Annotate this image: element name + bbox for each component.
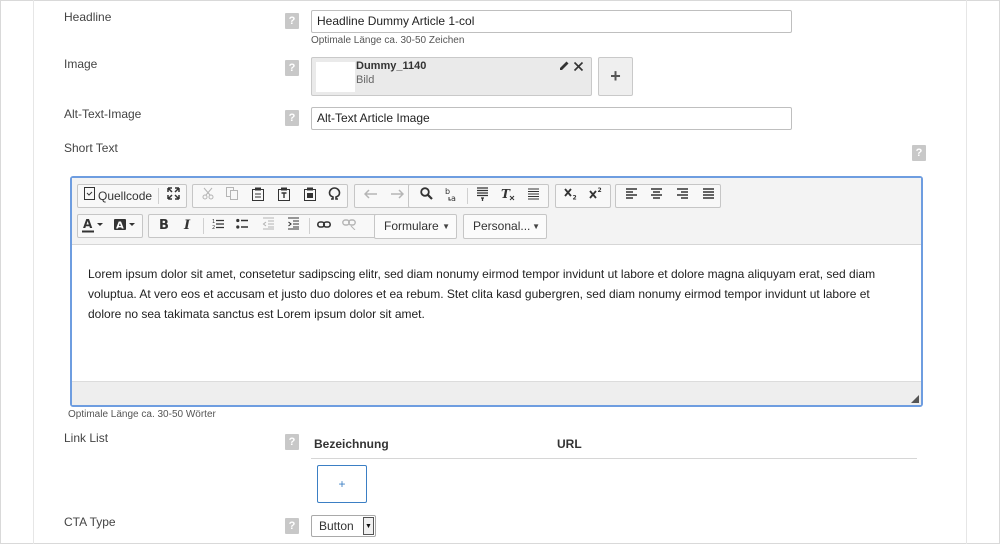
undo-icon[interactable] [361, 187, 381, 205]
headline-input[interactable]: Headline Dummy Article 1-col [311, 10, 792, 33]
toolbar-group-align [615, 184, 721, 208]
svg-text:A: A [83, 217, 93, 231]
copy-icon[interactable] [223, 187, 241, 205]
add-image-button[interactable]: + [598, 57, 633, 96]
remove-format-icon[interactable]: T [499, 187, 517, 205]
replace-icon[interactable]: ba [443, 187, 461, 205]
svg-text:2: 2 [573, 195, 577, 201]
align-justify-icon[interactable] [699, 187, 717, 205]
personal-dropdown-label: Personal... [473, 219, 531, 233]
resize-handle-icon[interactable] [911, 395, 919, 403]
link-list-label: Link List [64, 431, 109, 445]
editor-content[interactable]: Lorem ipsum dolor sit amet, consetetur s… [88, 264, 903, 324]
source-button[interactable]: Quellcode [98, 187, 153, 205]
toolbar-group-document: Quellcode [77, 184, 187, 208]
horizontal-rule-icon[interactable] [524, 187, 542, 205]
help-icon[interactable]: ? [285, 60, 299, 76]
paste-icon[interactable] [249, 187, 267, 205]
help-icon[interactable]: ? [285, 434, 299, 450]
personal-dropdown[interactable]: Personal... ▼ [463, 214, 547, 239]
link-icon[interactable] [314, 217, 334, 235]
left-gutter-line [33, 0, 34, 544]
toolbar-separator [203, 218, 204, 234]
editor-statusbar [72, 381, 921, 405]
omega-icon[interactable] [325, 187, 343, 205]
outdent-icon[interactable] [259, 217, 277, 235]
close-icon[interactable] [573, 59, 584, 75]
image-reference[interactable]: Dummy_1140 Bild [311, 57, 592, 96]
background-color-icon[interactable]: A [114, 217, 140, 235]
short-text-hint: Optimale Länge ca. 30-50 Wörter [68, 409, 216, 420]
svg-text:T: T [501, 187, 511, 201]
select-all-icon[interactable] [473, 187, 491, 205]
editor-toolbar: Quellcode b a T 2 2 A A B I 1 2 Formular… [72, 178, 921, 245]
toolbar-group-editing: ba T [408, 184, 549, 208]
text-color-icon[interactable]: A [82, 217, 108, 235]
svg-text:I: I [183, 218, 191, 230]
image-label: Image [64, 57, 98, 71]
rich-text-editor[interactable]: Quellcode b a T 2 2 A A B I 1 2 Formular… [70, 176, 923, 407]
cut-icon[interactable] [199, 187, 217, 205]
svg-text:a: a [451, 194, 456, 202]
paste-text-icon[interactable] [275, 187, 293, 205]
toolbar-separator [309, 218, 310, 234]
cta-type-select[interactable]: Button ▼ [311, 515, 376, 537]
short-text-label: Short Text [64, 141, 118, 155]
help-icon[interactable]: ? [912, 145, 926, 161]
superscript-icon[interactable]: 2 [586, 187, 606, 205]
column-header-bezeichnung: Bezeichnung [314, 437, 389, 451]
toolbar-separator [467, 188, 468, 204]
indent-icon[interactable] [284, 217, 302, 235]
paste-word-icon[interactable] [301, 187, 319, 205]
add-link-button[interactable]: + [317, 465, 367, 503]
svg-text:b: b [445, 187, 450, 196]
align-right-icon[interactable] [673, 187, 691, 205]
bullet-list-icon[interactable] [233, 217, 251, 235]
chevron-down-icon: ▼ [532, 222, 540, 231]
right-gutter-line [966, 0, 967, 544]
cta-type-label: CTA Type [64, 515, 116, 529]
image-name: Dummy_1140 [356, 60, 427, 72]
italic-icon[interactable]: I [179, 217, 197, 235]
alt-text-label: Alt-Text-Image [64, 107, 142, 121]
divider [311, 458, 917, 459]
help-icon[interactable]: ? [285, 13, 299, 29]
align-left-icon[interactable] [622, 187, 640, 205]
bold-icon[interactable]: B [155, 217, 173, 235]
svg-text:A: A [116, 221, 124, 232]
toolbar-group-colors: A A [77, 214, 143, 238]
formulare-dropdown-label: Formulare [384, 219, 439, 233]
headline-hint: Optimale Länge ca. 30-50 Zeichen [311, 35, 465, 46]
toolbar-group-clipboard [192, 184, 348, 208]
help-icon[interactable]: ? [285, 518, 299, 534]
chevron-down-icon: ▼ [363, 517, 374, 535]
svg-text:2: 2 [598, 187, 602, 194]
image-thumbnail [316, 62, 355, 92]
subscript-icon[interactable]: 2 [561, 187, 581, 205]
chevron-down-icon: ▼ [442, 222, 450, 231]
help-icon[interactable]: ? [285, 110, 299, 126]
source-doc-icon [82, 187, 96, 205]
cta-type-value: Button [319, 519, 354, 533]
toolbar-group-script: 2 2 [555, 184, 611, 208]
column-header-url: URL [557, 437, 582, 451]
formulare-dropdown[interactable]: Formulare ▼ [374, 214, 457, 239]
toolbar-group-history [354, 184, 414, 208]
search-icon[interactable] [417, 187, 435, 205]
alt-text-input[interactable]: Alt-Text Article Image [311, 107, 792, 130]
redo-icon[interactable] [387, 187, 407, 205]
numbered-list-icon[interactable]: 12 [209, 217, 227, 235]
svg-text:2: 2 [212, 225, 215, 230]
headline-label: Headline [64, 10, 112, 24]
pencil-icon[interactable] [559, 60, 570, 74]
align-center-icon[interactable] [647, 187, 665, 205]
toolbar-separator [158, 188, 159, 204]
maximize-icon[interactable] [164, 187, 182, 205]
svg-text:B: B [159, 218, 169, 230]
image-type: Bild [356, 74, 375, 86]
unlink-icon[interactable] [339, 217, 359, 235]
